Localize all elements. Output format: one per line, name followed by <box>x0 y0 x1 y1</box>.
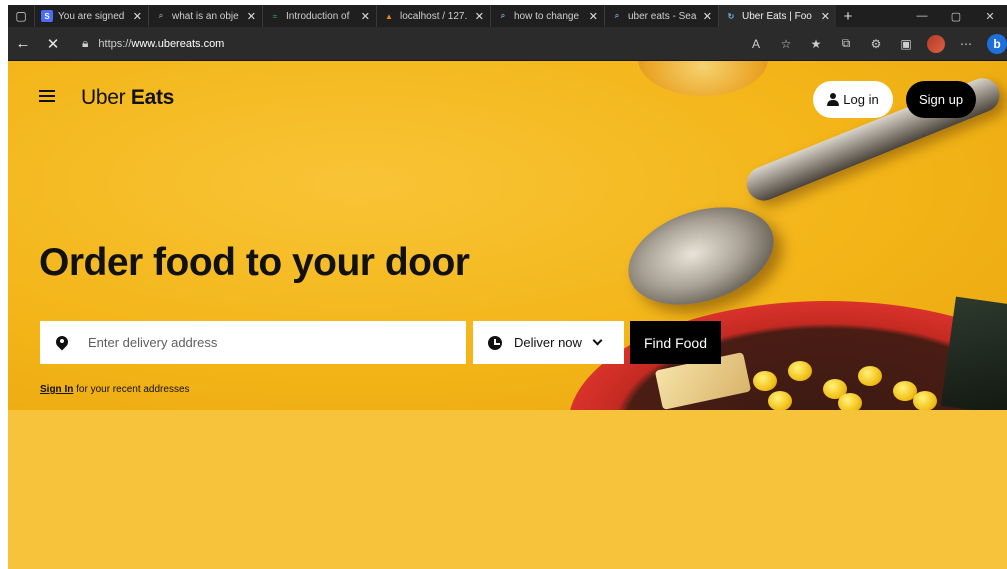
signin-link[interactable]: Sign In <box>40 384 73 395</box>
hero-food-image <box>913 391 937 410</box>
site-favicon-icon: S <box>41 10 53 22</box>
signin-suffix: for your recent addresses <box>73 384 190 395</box>
tab-title: Introduction of <box>286 10 350 22</box>
maximize-icon[interactable]: ▢ <box>939 10 973 23</box>
close-tab-icon[interactable]: ✕ <box>247 10 256 23</box>
tab-title: uber eats - Sea <box>628 10 697 22</box>
signin-prompt: Sign In for your recent addresses <box>40 384 190 395</box>
more-options-icon[interactable]: ⋯ <box>951 37 981 51</box>
search-icon: ⌕ <box>158 11 164 20</box>
favorite-star-icon[interactable]: ☆ <box>771 37 801 51</box>
hero-food-image <box>858 366 882 386</box>
deliver-time-label: Deliver now <box>514 335 582 350</box>
deliver-time-dropdown[interactable]: Deliver now <box>473 321 624 364</box>
gfg-icon: ≈ <box>272 11 278 21</box>
close-window-icon[interactable]: ✕ <box>973 10 1007 23</box>
tab-title: localhost / 127. <box>400 10 468 22</box>
person-icon <box>827 93 840 106</box>
new-tab-icon[interactable]: + <box>836 8 860 25</box>
location-pin-icon <box>56 336 68 350</box>
url-field[interactable]: 🔒︎ https://www.ubereats.com <box>82 36 224 51</box>
close-tab-icon[interactable]: ✕ <box>821 10 830 23</box>
hero-food-image <box>615 190 787 322</box>
browser-tab[interactable]: S You are signed ✕ <box>34 5 148 27</box>
browser-tab[interactable]: ≈ Introduction of ✕ <box>262 5 376 27</box>
stop-loading-icon[interactable]: ✕ <box>38 35 68 53</box>
tab-title: how to change <box>514 10 580 22</box>
close-tab-icon[interactable]: ✕ <box>703 10 712 23</box>
logo-text-bold: Eats <box>125 86 175 109</box>
signup-button[interactable]: Sign up <box>906 81 976 118</box>
browser-tab-bar: ▢ S You are signed ✕ ⌕ what is an obje ✕… <box>8 5 1007 27</box>
tab-title: You are signed <box>58 10 125 22</box>
login-label: Log in <box>843 92 879 107</box>
hamburger-menu-icon[interactable] <box>39 90 55 102</box>
phpmyadmin-icon: ▲ <box>385 11 393 21</box>
lock-icon: 🔒︎ <box>82 36 89 50</box>
tab-title: what is an obje <box>172 10 239 22</box>
logo-text: Uber <box>81 86 126 109</box>
clock-icon <box>488 335 502 350</box>
address-field[interactable] <box>40 321 466 364</box>
login-button[interactable]: Log in <box>813 81 893 118</box>
extensions-icon[interactable]: ⚙ <box>861 37 891 51</box>
browser-address-bar: ← ✕ 🔒︎ https://www.ubereats.com A ☆ ★ ⧉ … <box>8 27 1007 61</box>
close-tab-icon[interactable]: ✕ <box>133 10 142 23</box>
hero-food-image <box>940 296 1007 410</box>
close-tab-icon[interactable]: ✕ <box>361 10 370 23</box>
collections-icon[interactable]: ⧉ <box>831 36 861 51</box>
search-icon: ⌕ <box>500 11 506 20</box>
tab-actions-icon[interactable]: ▢ <box>8 5 34 27</box>
window-controls: — ▢ ✕ <box>905 10 1007 23</box>
browser-tab-active[interactable]: ↻ Uber Eats | Foo ✕ <box>718 5 836 27</box>
screenshot-icon[interactable]: ▣ <box>891 37 921 51</box>
profile-avatar[interactable] <box>927 34 945 53</box>
tab-title: Uber Eats | Foo <box>742 10 812 22</box>
hero-food-image <box>638 61 768 96</box>
hero-food-image <box>753 371 777 391</box>
hero-section: Uber Eats Log in Sign up Order food to y… <box>8 61 1007 410</box>
search-icon: ⌕ <box>614 11 620 20</box>
back-icon[interactable]: ← <box>8 35 38 52</box>
browser-tab[interactable]: ▲ localhost / 127. ✕ <box>376 5 490 27</box>
delivery-address-input[interactable] <box>88 321 466 364</box>
bing-icon[interactable]: b <box>987 33 1007 54</box>
page-content: Uber Eats Log in Sign up Order food to y… <box>8 61 1007 569</box>
chevron-down-icon <box>592 335 603 346</box>
hero-food-image <box>838 393 862 410</box>
browser-toolbar: A ☆ ★ ⧉ ⚙ ▣ ⋯ b <box>741 33 1007 54</box>
signup-label: Sign up <box>918 92 964 107</box>
hero-food-image <box>768 391 792 410</box>
page-title: Order food to your door <box>39 241 470 284</box>
browser-tab[interactable]: ⌕ how to change ✕ <box>490 5 604 27</box>
find-food-button[interactable]: Find Food <box>630 321 721 364</box>
loading-icon: ↻ <box>727 11 735 21</box>
uber-eats-logo[interactable]: Uber Eats <box>81 86 174 110</box>
browser-tab[interactable]: ⌕ uber eats - Sea ✕ <box>604 5 718 27</box>
minimize-icon[interactable]: — <box>905 10 939 23</box>
close-tab-icon[interactable]: ✕ <box>475 10 484 23</box>
favorites-icon[interactable]: ★ <box>801 37 831 51</box>
url-host: www.ubereats.com <box>131 37 225 50</box>
read-aloud-icon[interactable]: A <box>741 37 771 51</box>
browser-tab[interactable]: ⌕ what is an obje ✕ <box>148 5 262 27</box>
close-tab-icon[interactable]: ✕ <box>589 10 598 23</box>
find-food-label: Find Food <box>643 334 708 351</box>
url-scheme: https:// <box>98 37 132 50</box>
hero-food-image <box>788 361 812 381</box>
